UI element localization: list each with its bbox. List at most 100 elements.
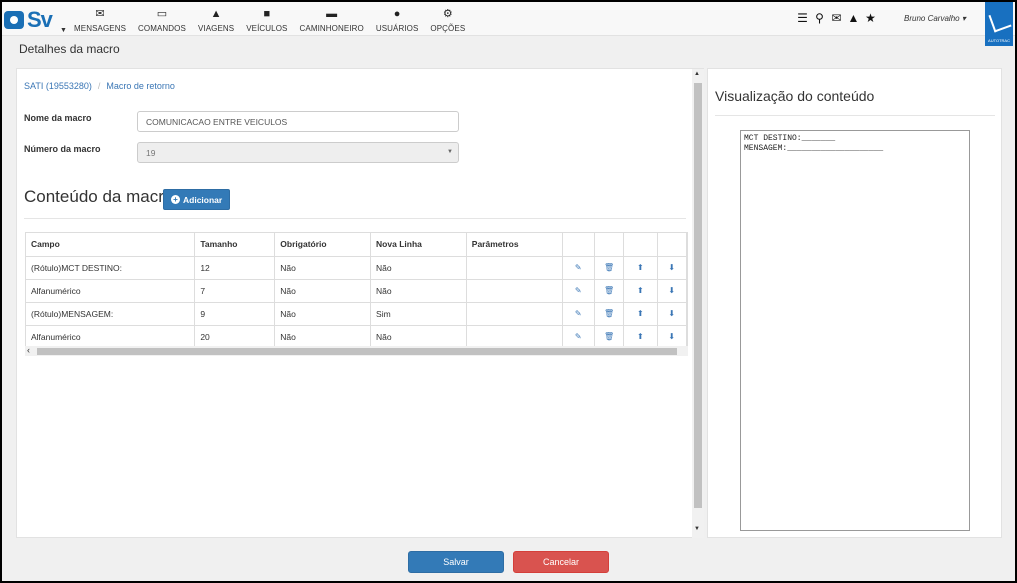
- arrow-up-circle-icon[interactable]: ⬆: [623, 325, 658, 349]
- cell-tamanho: 7: [194, 279, 276, 303]
- table-row: Alfanumérico 20 Não Não ✎ 🗑 ⬆ ⬇: [26, 325, 687, 349]
- cell-nova-linha: Não: [370, 256, 467, 280]
- arrow-down-circle-icon[interactable]: ⬇: [657, 279, 687, 303]
- breadcrumb-link-macro[interactable]: Macro de retorno: [106, 81, 175, 91]
- cell-parametros: [466, 302, 563, 326]
- save-button[interactable]: Salvar: [408, 551, 504, 573]
- cell-campo: (Rótulo)MENSAGEM:: [26, 302, 196, 326]
- nav-item-caminhoneiro[interactable]: ▬ CAMINHONEIRO: [294, 8, 370, 33]
- laptop-icon: ▭: [156, 8, 168, 20]
- app-logo[interactable]: Sv ▼: [4, 5, 67, 35]
- macro-details-panel: SATI (19553280) / Macro de retorno Nome da…: [16, 68, 704, 538]
- cell-nova-linha: Sim: [370, 302, 467, 326]
- column-header-delete: [594, 233, 625, 257]
- macro-number-select[interactable]: 19 ▼: [137, 142, 459, 163]
- arrow-up-circle-icon[interactable]: ⬆: [623, 256, 658, 280]
- table-horizontal-scrollbar[interactable]: ‹: [25, 345, 688, 356]
- trash-icon[interactable]: 🗑: [594, 302, 625, 326]
- cell-tamanho: 20: [194, 325, 276, 349]
- content-preview-box: MCT DESTINO:_______ MENSAGEM:___________…: [740, 130, 970, 531]
- nav-item-viagens[interactable]: ▲ VIAGENS: [192, 8, 240, 33]
- arrow-down-circle-icon[interactable]: ⬇: [657, 256, 687, 280]
- edit-icon[interactable]: ✎: [562, 279, 595, 303]
- table-header-row: Campo Tamanho Obrigatório Nova Linha Par…: [26, 233, 687, 257]
- cell-tamanho: 12: [194, 256, 276, 280]
- fields-table-container: Campo Tamanho Obrigatório Nova Linha Par…: [25, 232, 688, 356]
- macro-name-input[interactable]: COMUNICACAO ENTRE VEICULOS: [137, 111, 459, 132]
- eye-logo-icon: [4, 11, 24, 29]
- main-nav: ✉ MENSAGENS ▭ COMANDOS ▲ VIAGENS ■ VEÍCU…: [68, 8, 471, 33]
- column-header-nova-linha[interactable]: Nova Linha: [370, 233, 467, 257]
- cell-nova-linha: Não: [370, 279, 467, 303]
- macro-name-label: Nome da macro: [24, 113, 92, 123]
- column-header-obrigatorio[interactable]: Obrigatório: [274, 233, 372, 257]
- cell-parametros: [466, 256, 563, 280]
- table-row: (Rótulo)MCT DESTINO: 12 Não Não ✎ 🗑 ⬆ ⬇: [26, 256, 687, 280]
- nav-item-opcoes[interactable]: ⚙ OPÇÕES: [424, 8, 471, 33]
- content-preview-panel: Visualização do conteúdo MCT DESTINO:___…: [707, 68, 1002, 538]
- scroll-left-arrow-icon[interactable]: ‹: [27, 345, 30, 355]
- edit-icon[interactable]: ✎: [562, 302, 595, 326]
- plus-circle-icon: +: [171, 195, 180, 204]
- arrow-up-circle-icon[interactable]: ⬆: [623, 302, 658, 326]
- breadcrumb: SATI (19553280) / Macro de retorno: [24, 81, 175, 91]
- nav-item-comandos[interactable]: ▭ COMANDOS: [132, 8, 192, 33]
- envelope-icon: ✉: [95, 8, 105, 20]
- arrow-up-circle-icon[interactable]: ⬆: [623, 279, 658, 303]
- nav-label: USUÁRIOS: [375, 24, 419, 33]
- breadcrumb-link-sati[interactable]: SATI (19553280): [24, 81, 92, 91]
- brand-logo: AUTOTRAC: [985, 2, 1013, 46]
- cogs-icon: ⚙: [442, 8, 453, 20]
- nav-item-mensagens[interactable]: ✉ MENSAGENS: [68, 8, 132, 33]
- edit-icon[interactable]: ✎: [562, 325, 595, 349]
- toolbar-icons: ☰ ⚲ ✉ ▲ ★: [794, 12, 879, 25]
- column-header-tamanho[interactable]: Tamanho: [194, 233, 276, 257]
- cell-campo: (Rótulo)MCT DESTINO:: [26, 256, 196, 280]
- column-header-down: [657, 233, 687, 257]
- scroll-up-arrow-icon[interactable]: ▲: [694, 71, 700, 77]
- panel-vertical-scrollbar[interactable]: ▲ ▼: [692, 69, 704, 538]
- cell-obrigatorio: Não: [274, 325, 372, 349]
- page-title: Detalhes da macro: [19, 42, 120, 56]
- scrollbar-thumb[interactable]: [37, 348, 677, 355]
- add-field-button[interactable]: + Adicionar: [163, 189, 231, 210]
- road-icon: ▲: [210, 8, 222, 20]
- warning-icon[interactable]: ▲: [845, 12, 862, 25]
- cell-obrigatorio: Não: [274, 279, 372, 303]
- cell-parametros: [466, 325, 563, 349]
- add-field-label: Adicionar: [183, 194, 223, 205]
- cell-campo: Alfanumérico: [26, 325, 196, 349]
- cancel-button[interactable]: Cancelar: [513, 551, 609, 573]
- content-section-title: Conteúdo da macro: [24, 187, 174, 206]
- search-icon[interactable]: ⚲: [811, 12, 828, 25]
- caret-down-icon: ▼: [60, 27, 67, 34]
- column-header-parametros[interactable]: Parâmetros: [466, 233, 563, 257]
- cell-nova-linha: Não: [370, 325, 467, 349]
- envelope-icon[interactable]: ✉: [828, 12, 845, 25]
- chevron-down-icon: ▼: [447, 149, 453, 155]
- trash-icon[interactable]: 🗑: [594, 279, 625, 303]
- nav-item-usuarios[interactable]: ● USUÁRIOS: [370, 8, 425, 33]
- edit-icon[interactable]: ✎: [562, 256, 595, 280]
- column-header-edit: [562, 233, 595, 257]
- scroll-down-arrow-icon[interactable]: ▼: [694, 526, 700, 532]
- star-icon[interactable]: ★: [862, 12, 879, 25]
- macro-number-label: Número da macro: [24, 144, 101, 154]
- cell-tamanho: 9: [194, 302, 276, 326]
- scrollbar-thumb[interactable]: [694, 83, 702, 508]
- cell-parametros: [466, 279, 563, 303]
- arrow-down-circle-icon[interactable]: ⬇: [657, 325, 687, 349]
- column-header-campo[interactable]: Campo: [26, 233, 196, 257]
- arrow-down-circle-icon[interactable]: ⬇: [657, 302, 687, 326]
- table-row: (Rótulo)MENSAGEM: 9 Não Sim ✎ 🗑 ⬆ ⬇: [26, 302, 687, 326]
- nav-item-veiculos[interactable]: ■ VEÍCULOS: [240, 8, 293, 33]
- nav-label: VEÍCULOS: [246, 24, 288, 33]
- app-window: Sv ▼ ✉ MENSAGENS ▭ COMANDOS ▲ VIAGENS ■ …: [2, 2, 1015, 581]
- user-menu[interactable]: Bruno Carvalho ▾: [904, 14, 966, 23]
- fields-table: Campo Tamanho Obrigatório Nova Linha Par…: [26, 233, 687, 349]
- trash-icon[interactable]: 🗑: [594, 256, 625, 280]
- nav-label: MENSAGENS: [74, 24, 127, 33]
- list-icon[interactable]: ☰: [794, 12, 811, 25]
- trash-icon[interactable]: 🗑: [594, 325, 625, 349]
- divider: [715, 115, 995, 116]
